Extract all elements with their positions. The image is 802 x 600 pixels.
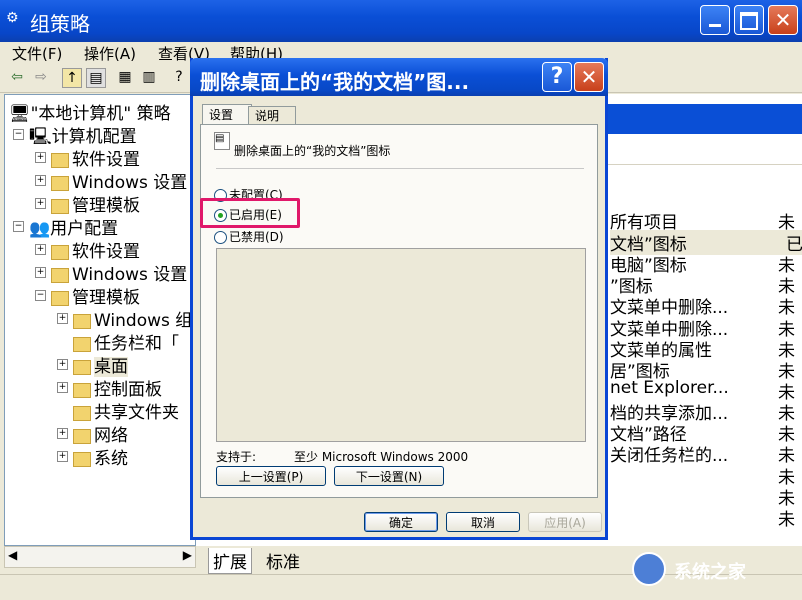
close-button[interactable]: ✕ bbox=[768, 5, 798, 35]
folder-icon bbox=[51, 244, 69, 260]
close-icon: ✕ bbox=[580, 65, 598, 89]
list-item[interactable]: net Explorer... bbox=[610, 378, 750, 398]
folder-icon bbox=[51, 290, 69, 306]
folder-icon bbox=[73, 359, 91, 375]
tree-item-user-admin-templates[interactable]: 管理模板 bbox=[51, 283, 140, 308]
group-policy-app-icon: ⚙ bbox=[6, 10, 19, 26]
tree-horizontal-scrollbar[interactable]: ◀ ▶ bbox=[4, 546, 196, 568]
cancel-button[interactable]: 取消 bbox=[446, 512, 520, 532]
folder-icon bbox=[73, 451, 91, 467]
up-folder-icon[interactable]: ↑ bbox=[62, 68, 82, 88]
expand-icon[interactable]: + bbox=[35, 152, 46, 163]
expand-icon[interactable]: + bbox=[35, 267, 46, 278]
list-header-band bbox=[608, 104, 802, 134]
tree-item-windows-components[interactable]: Windows 组 bbox=[73, 306, 192, 331]
dialog-title-bar: 删除桌面上的“我的文档”图... ? ✕ bbox=[190, 58, 608, 96]
main-title-bar: ⚙ 组策略 ✕ bbox=[0, 0, 802, 42]
expand-icon[interactable]: + bbox=[57, 451, 68, 462]
main-window-title: 组策略 bbox=[30, 12, 90, 36]
supported-value: 至少 Microsoft Windows 2000 bbox=[294, 450, 469, 464]
back-arrow-icon[interactable]: ⇦ bbox=[8, 68, 26, 86]
user-icon: 👥 bbox=[29, 219, 51, 239]
close-icon: ✕ bbox=[774, 8, 792, 32]
scroll-right-icon[interactable]: ▶ bbox=[183, 548, 192, 562]
tree-item-system[interactable]: 系统 bbox=[73, 444, 128, 469]
computer-icon: 🖳 bbox=[29, 127, 52, 147]
show-tree-icon[interactable]: ▤ bbox=[86, 68, 106, 88]
folder-icon bbox=[51, 198, 69, 214]
dialog-help-button[interactable]: ? bbox=[542, 62, 572, 92]
apply-button[interactable]: 应用(A) bbox=[528, 512, 602, 532]
highlight-box bbox=[200, 198, 300, 228]
folder-icon bbox=[73, 382, 91, 398]
tree-item-user-software-settings[interactable]: 软件设置 bbox=[51, 237, 140, 262]
scroll-left-icon[interactable]: ◀ bbox=[8, 548, 17, 562]
list-column-header bbox=[608, 134, 802, 165]
collapse-icon[interactable]: − bbox=[13, 129, 24, 140]
menu-file[interactable]: 文件(F) bbox=[12, 43, 62, 64]
policy-tree: 🖥"本地计算机" 策略 − 🖳计算机配置 + 软件设置 + Windows 设置… bbox=[4, 94, 196, 546]
options-area bbox=[216, 248, 586, 442]
next-setting-button[interactable]: 下一设置(N) bbox=[334, 466, 444, 486]
option-disabled[interactable]: 已禁用(D) bbox=[214, 228, 284, 245]
previous-setting-button[interactable]: 上一设置(P) bbox=[216, 466, 326, 486]
expand-icon[interactable]: + bbox=[35, 198, 46, 209]
folder-icon bbox=[51, 175, 69, 191]
folder-icon bbox=[73, 336, 91, 352]
folder-icon bbox=[73, 428, 91, 444]
expand-icon[interactable]: + bbox=[57, 428, 68, 439]
tree-item-desktop[interactable]: 桌面 bbox=[73, 352, 128, 377]
tab-standard[interactable]: 标准 bbox=[262, 548, 304, 573]
tab-extended[interactable]: 扩展 bbox=[208, 548, 252, 574]
collapse-icon[interactable]: − bbox=[13, 221, 24, 232]
policy-setting-icon: ▤ bbox=[214, 132, 230, 150]
tree-item-user-config[interactable]: 👥用户配置 bbox=[29, 214, 118, 239]
dialog-title: 删除桌面上的“我的文档”图... bbox=[200, 70, 470, 94]
state-cell: 未 bbox=[778, 510, 795, 530]
watermark: 系统之家 bbox=[628, 548, 798, 594]
forward-arrow-icon[interactable]: ⇨ bbox=[32, 68, 50, 86]
divider bbox=[216, 168, 584, 169]
tab-settings[interactable]: 设置 bbox=[202, 104, 252, 125]
policy-icon: 🖥 bbox=[9, 104, 31, 124]
expand-icon[interactable]: + bbox=[35, 175, 46, 186]
collapse-icon[interactable]: − bbox=[35, 290, 46, 301]
tree-item-network[interactable]: 网络 bbox=[73, 421, 128, 446]
ok-button[interactable]: 确定 bbox=[364, 512, 438, 532]
tree-item-windows-settings[interactable]: Windows 设置 bbox=[51, 168, 187, 193]
tree-item-control-panel[interactable]: 控制面板 bbox=[73, 375, 162, 400]
radio-icon bbox=[214, 231, 227, 244]
tree-item-shared-folders[interactable]: 共享文件夹 bbox=[73, 398, 179, 423]
help-icon[interactable]: ? bbox=[170, 68, 188, 86]
tab-explain[interactable]: 说明 bbox=[248, 106, 296, 125]
list-item[interactable]: 关闭任务栏的... bbox=[610, 441, 750, 466]
export-list-icon[interactable]: ▥ bbox=[140, 68, 158, 86]
tree-item-software-settings[interactable]: 软件设置 bbox=[51, 145, 140, 170]
maximize-button[interactable] bbox=[734, 5, 764, 35]
dialog-close-button[interactable]: ✕ bbox=[574, 62, 604, 92]
watermark-logo-icon bbox=[632, 552, 666, 586]
maximize-icon bbox=[740, 12, 758, 30]
supported-label: 支持于: bbox=[216, 450, 257, 464]
tree-root[interactable]: 🖥"本地计算机" 策略 bbox=[9, 99, 171, 124]
folder-icon bbox=[73, 405, 91, 421]
minimize-button[interactable] bbox=[700, 5, 730, 35]
menu-action[interactable]: 操作(A) bbox=[84, 43, 136, 64]
minimize-icon bbox=[709, 24, 721, 27]
folder-icon bbox=[51, 152, 69, 168]
help-icon: ? bbox=[550, 64, 564, 89]
expand-icon[interactable]: + bbox=[57, 359, 68, 370]
expand-icon[interactable]: + bbox=[35, 244, 46, 255]
tree-item-admin-templates[interactable]: 管理模板 bbox=[51, 191, 140, 216]
folder-icon bbox=[51, 267, 69, 283]
watermark-text: 系统之家 bbox=[674, 562, 746, 583]
expand-icon[interactable]: + bbox=[57, 313, 68, 324]
properties-icon[interactable]: ▦ bbox=[116, 68, 134, 86]
folder-icon bbox=[73, 313, 91, 329]
expand-icon[interactable]: + bbox=[57, 382, 68, 393]
setting-name: 删除桌面上的“我的文档”图标 bbox=[234, 144, 391, 158]
tree-item-user-windows-settings[interactable]: Windows 设置 bbox=[51, 260, 187, 285]
tree-item-taskbar[interactable]: 任务栏和「 bbox=[73, 329, 179, 354]
